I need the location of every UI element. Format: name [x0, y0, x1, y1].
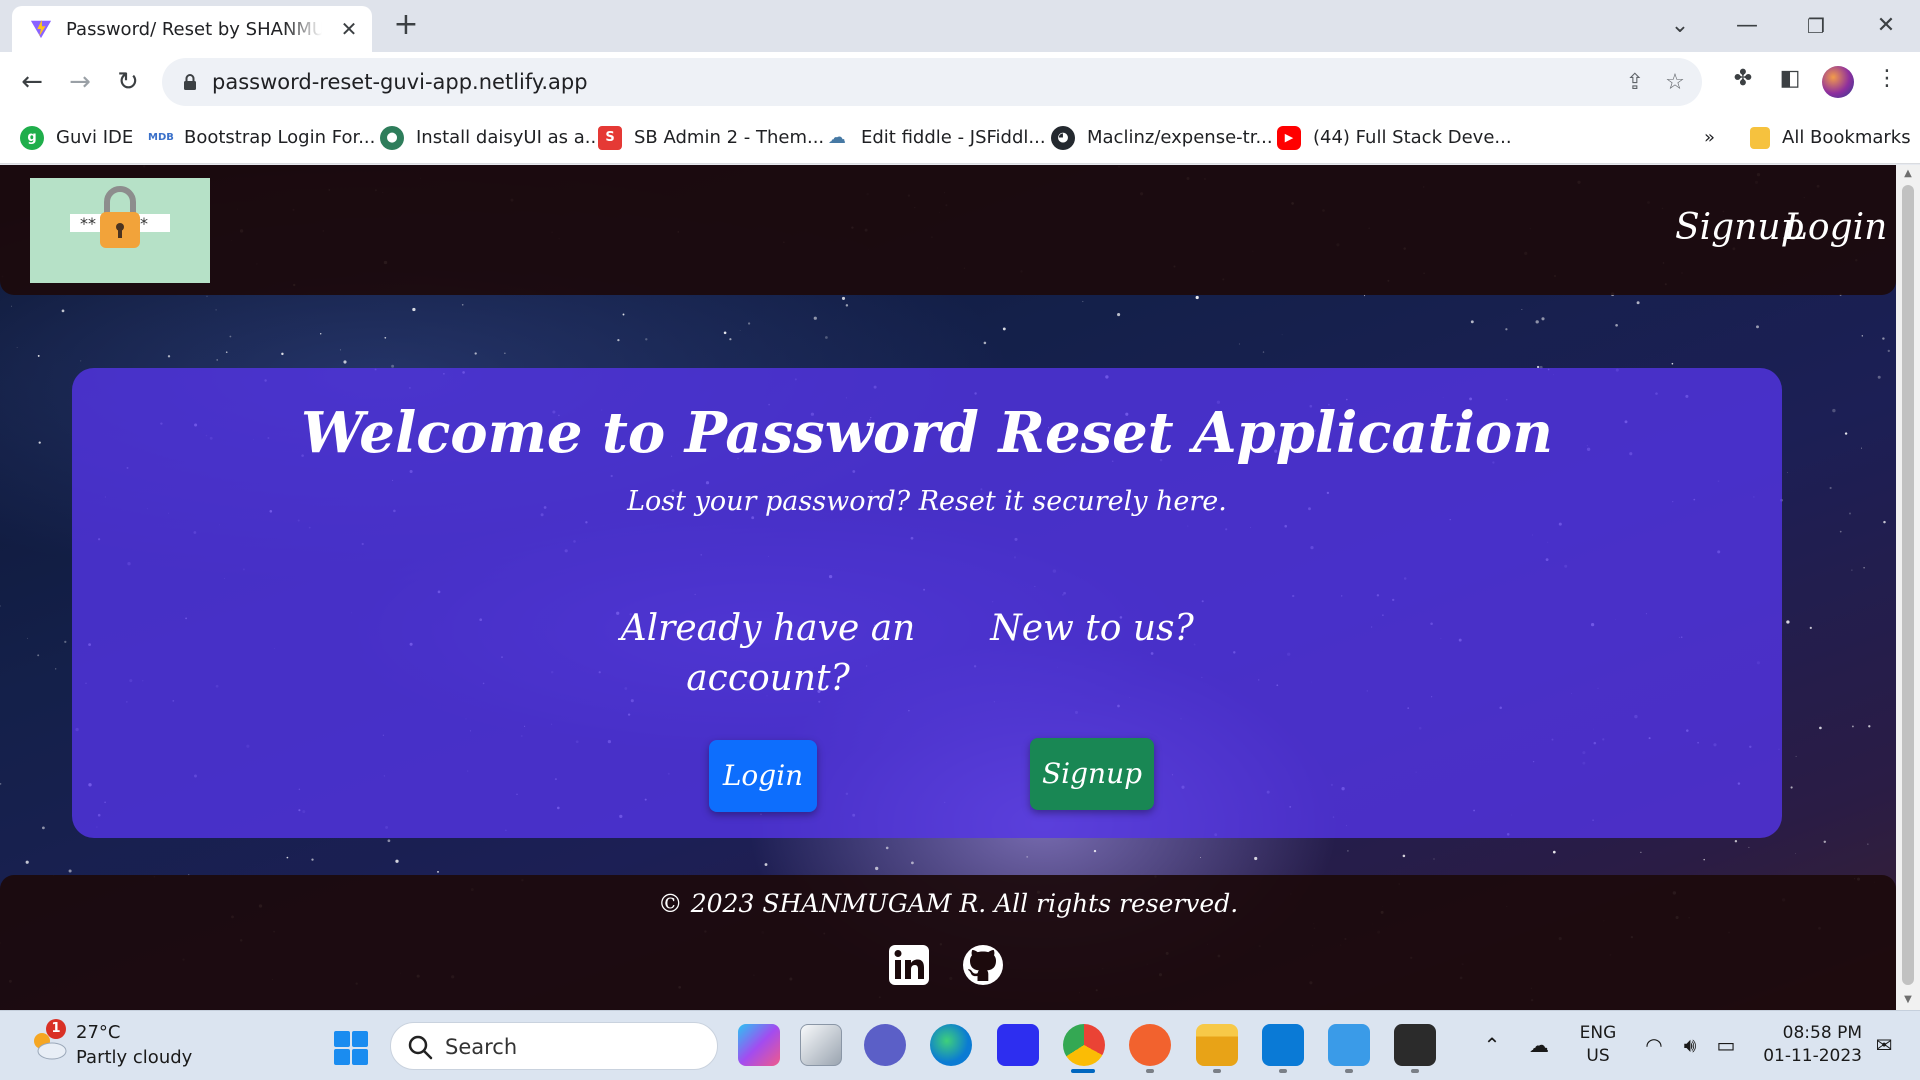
- extensions-icon[interactable]: ✤: [1728, 64, 1758, 94]
- guvi-icon: g: [20, 126, 44, 150]
- mdb-icon: MDB: [148, 132, 174, 143]
- postman-icon[interactable]: [1129, 1024, 1171, 1066]
- github-icon[interactable]: [961, 943, 1005, 987]
- youtube-icon: ▶: [1277, 126, 1301, 150]
- login-button[interactable]: Login: [709, 740, 817, 812]
- bookmark-youtube[interactable]: ▶ (44) Full Stack Deve...: [1277, 124, 1512, 152]
- url-text: password-reset-guvi-app.netlify.app: [212, 70, 588, 94]
- lock-icon: [184, 74, 196, 90]
- notifications-icon[interactable]: ✉: [1870, 1033, 1898, 1057]
- all-bookmarks[interactable]: All Bookmarks: [1750, 124, 1911, 152]
- windows-start-icon[interactable]: [333, 1030, 369, 1066]
- bookmark-github[interactable]: ◕ Maclinz/expense-tr...: [1051, 124, 1273, 152]
- chrome-icon[interactable]: [1063, 1024, 1105, 1066]
- scroll-down-icon[interactable]: ▼: [1902, 993, 1914, 1007]
- bookmarks-bar: g Guvi IDE MDB Bootstrap Login For... ● Ins…: [0, 112, 1920, 164]
- edge-icon[interactable]: [930, 1024, 972, 1066]
- side-panel-icon[interactable]: ◧: [1775, 64, 1805, 94]
- close-window-icon[interactable]: ✕: [1866, 6, 1906, 46]
- scroll-up-icon[interactable]: ▲: [1902, 167, 1914, 181]
- bookmark-daisyui[interactable]: ● Install daisyUI as a...: [380, 124, 602, 152]
- browser-toolbar: ← → ↻ password-reset-guvi-app.netlify.ap…: [0, 52, 1920, 112]
- volume-icon[interactable]: 🔊︎: [1676, 1033, 1704, 1057]
- file-explorer-icon[interactable]: [1196, 1024, 1238, 1066]
- new-tab-icon[interactable]: +: [390, 10, 422, 42]
- site-header: ** * Signup Login: [0, 165, 1896, 295]
- system-clock[interactable]: 08:58 PM 01-11-2023: [1758, 1022, 1862, 1068]
- bookmark-star-icon[interactable]: ☆: [1662, 70, 1688, 96]
- show-hidden-icons-icon[interactable]: ⌃: [1480, 1033, 1504, 1057]
- hero-panel: Welcome to Password Reset Application Lo…: [72, 368, 1782, 838]
- weather-condition[interactable]: Partly cloudy: [76, 1047, 192, 1068]
- page-scrollbar[interactable]: ▲ ▼: [1896, 165, 1920, 1010]
- bookmark-guvi[interactable]: g Guvi IDE: [20, 124, 133, 152]
- github-icon: ◕: [1051, 126, 1075, 150]
- vscode-icon[interactable]: [1262, 1024, 1304, 1066]
- padlock-icon: ** *: [70, 186, 170, 248]
- tab-search-icon[interactable]: ⌄: [1660, 6, 1700, 46]
- sb-icon: S: [598, 126, 622, 150]
- menu-icon[interactable]: ⋮: [1872, 64, 1902, 94]
- bookmark-mdb[interactable]: MDB Bootstrap Login For...: [148, 124, 375, 152]
- explorer-running-dot: [1213, 1069, 1221, 1073]
- page-subtitle: Lost your password? Reset it securely he…: [627, 486, 1227, 517]
- task-view-icon[interactable]: [800, 1024, 842, 1066]
- browser-tab[interactable]: Password/ Reset by SHANMUGAM R ✕: [12, 6, 372, 52]
- search-icon: [408, 1035, 433, 1060]
- teams-chat-icon[interactable]: [864, 1024, 906, 1066]
- terminal-icon[interactable]: [1394, 1024, 1436, 1066]
- nav-login-link[interactable]: Login: [1784, 207, 1887, 248]
- notepad-icon[interactable]: [1328, 1024, 1370, 1066]
- onedrive-icon[interactable]: ☁: [1524, 1033, 1554, 1057]
- reload-icon[interactable]: ↻: [110, 64, 146, 100]
- battery-icon[interactable]: ▭: [1712, 1033, 1740, 1057]
- bookmark-jsfiddle[interactable]: ☁ Edit fiddle - JSFiddl...: [825, 124, 1046, 152]
- terminal-running-dot: [1411, 1069, 1419, 1073]
- linkedin-icon[interactable]: [887, 943, 931, 987]
- scroll-thumb[interactable]: [1902, 185, 1914, 985]
- svg-text:*: *: [140, 214, 148, 233]
- signup-button[interactable]: Signup: [1030, 738, 1154, 810]
- weather-badge: 1: [46, 1019, 66, 1039]
- new-user-prompt: New to us?: [990, 608, 1194, 649]
- jsfiddle-icon: ☁: [828, 127, 846, 148]
- copyright-text: © 2023 SHANMUGAM R. All rights reserved.: [657, 889, 1239, 918]
- site-footer: © 2023 SHANMUGAM R. All rights reserved.: [0, 875, 1896, 1010]
- postman-running-dot: [1146, 1069, 1154, 1073]
- vscode-running-dot: [1279, 1069, 1287, 1073]
- page-title: Welcome to Password Reset Application: [300, 400, 1553, 466]
- copilot-icon[interactable]: [738, 1024, 780, 1066]
- restore-icon[interactable]: ❐: [1796, 6, 1836, 46]
- site-logo[interactable]: ** *: [30, 178, 210, 283]
- input-language[interactable]: ENG US: [1574, 1022, 1622, 1068]
- bookmarks-overflow-icon[interactable]: »: [1704, 124, 1715, 152]
- tab-strip: Password/ Reset by SHANMUGAM R ✕ + ⌄ — ❐…: [0, 0, 1920, 52]
- share-icon[interactable]: ⇪: [1622, 70, 1648, 96]
- microsoft-365-icon[interactable]: [997, 1024, 1039, 1066]
- back-icon[interactable]: ←: [14, 64, 50, 100]
- address-bar[interactable]: password-reset-guvi-app.netlify.app ⇪ ☆: [162, 58, 1702, 106]
- search-placeholder: Search: [445, 1035, 518, 1059]
- profile-avatar[interactable]: [1822, 66, 1854, 98]
- taskbar-search-box[interactable]: Search: [390, 1022, 718, 1070]
- forward-icon[interactable]: →: [62, 64, 98, 100]
- taskbar: 1 27°C Partly cloudy Search ⌃ ☁ ENG US ◠…: [0, 1010, 1920, 1080]
- folder-icon: [1750, 127, 1770, 149]
- existing-user-prompt: Already have an account?: [620, 608, 916, 699]
- minimize-icon[interactable]: —: [1727, 6, 1767, 46]
- daisyui-icon: ●: [380, 126, 404, 150]
- tab-title: Password/ Reset by SHANMUGAM R: [66, 19, 322, 40]
- chrome-active-indicator: [1071, 1069, 1095, 1073]
- wifi-icon[interactable]: ◠: [1640, 1033, 1668, 1057]
- vite-icon: [30, 19, 52, 39]
- bookmark-sb-admin[interactable]: S SB Admin 2 - Them...: [598, 124, 824, 152]
- svg-text:**: **: [80, 214, 96, 233]
- weather-temperature[interactable]: 27°C: [76, 1022, 120, 1043]
- tab-close-icon[interactable]: ✕: [338, 18, 360, 40]
- page-viewport: ** * Signup Login Welcome to Password Re…: [0, 165, 1896, 1010]
- notepad-running-dot: [1345, 1069, 1353, 1073]
